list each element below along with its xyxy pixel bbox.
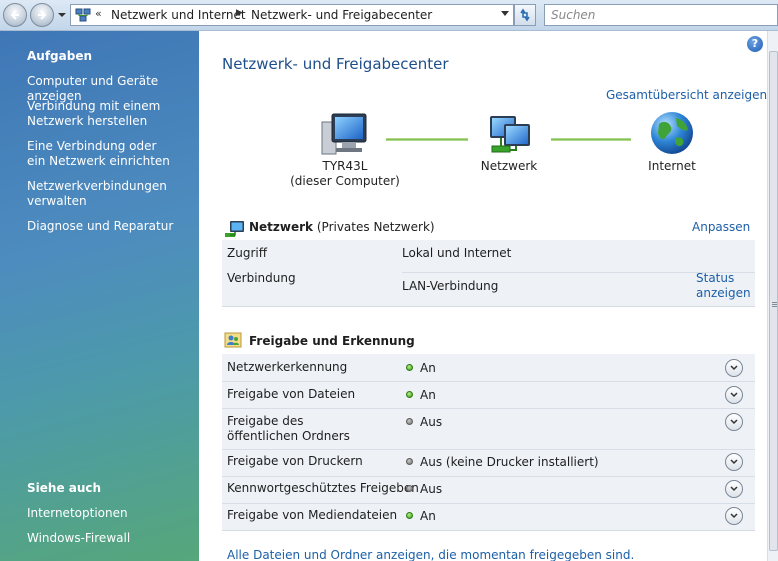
expand-media-sharing-button[interactable] [725, 507, 743, 525]
computer-sub-label: (dieser Computer) [290, 174, 400, 188]
divider [222, 381, 755, 382]
printer-sharing-label: Freigabe von Druckern [227, 454, 363, 468]
chevron-down-icon [730, 419, 738, 425]
back-button[interactable] [3, 3, 27, 27]
media-sharing-label: Freigabe von Mediendateien [227, 508, 398, 522]
chevron-down-icon [730, 459, 738, 465]
chevron-down-icon [730, 365, 738, 371]
internet-options-link[interactable]: Internetoptionen [27, 506, 197, 521]
customize-link[interactable]: Anpassen [692, 220, 750, 234]
status-on-icon [406, 391, 413, 398]
connection-label: Verbindung [227, 271, 296, 285]
breadcrumb-sharing-center[interactable]: Netzwerk- und Freigabecenter [251, 8, 432, 22]
breadcrumb-overflow-icon[interactable]: « [95, 7, 102, 20]
media-sharing-status: An [420, 509, 436, 523]
forward-button[interactable] [30, 3, 54, 27]
divider [222, 503, 755, 504]
arrow-right-icon [38, 10, 47, 20]
breadcrumb-network-internet[interactable]: Netzwerk und Internet [111, 8, 246, 22]
vertical-scrollbar[interactable] [767, 31, 778, 561]
file-sharing-status: An [420, 388, 436, 402]
file-sharing-label: Freigabe von Dateien [227, 387, 356, 401]
address-dropdown-icon[interactable] [501, 11, 509, 16]
public-folder-sharing-status: Aus [420, 415, 443, 429]
connection-value[interactable]: LAN-Verbindung [402, 279, 498, 293]
network-name: Netzwerk [249, 220, 314, 234]
internet-label: Internet [648, 159, 696, 173]
status-off-icon [406, 458, 413, 465]
password-sharing-status: Aus [420, 482, 443, 496]
sharing-section-heading: Freigabe und Erkennung [249, 334, 415, 348]
recent-pages-dropdown[interactable] [57, 10, 67, 20]
expand-printer-sharing-button[interactable] [725, 453, 743, 471]
show-shared-files-link[interactable]: Alle Dateien und Ordner anzeigen, die mo… [227, 548, 634, 561]
public-folder-sharing-label: Freigabe des öffentlichen Ordners [227, 414, 350, 443]
expand-public-folder-button[interactable] [725, 413, 743, 431]
status-on-icon [406, 512, 413, 519]
help-icon[interactable]: ? [747, 36, 763, 52]
address-bar[interactable]: « Netzwerk und Internet ▶ Netzwerk- und … [70, 4, 514, 26]
divider [222, 449, 755, 450]
windows-firewall-link[interactable]: Windows-Firewall [27, 531, 197, 546]
expand-network-discovery-button[interactable] [725, 359, 743, 377]
expand-file-sharing-button[interactable] [725, 386, 743, 404]
network-section-heading: Netzwerk (Privates Netzwerk) [249, 220, 435, 234]
address-toolbar: « Netzwerk und Internet ▶ Netzwerk- und … [0, 0, 778, 31]
page-title: Netzwerk- und Freigabecenter [222, 55, 449, 73]
chevron-down-icon [730, 486, 738, 492]
network-discovery-label: Netzwerkerkennung [227, 360, 348, 374]
task-diagnose-repair-link[interactable]: Diagnose und Reparatur [27, 219, 197, 234]
sharing-users-icon [224, 332, 242, 348]
tasks-heading: Aufgaben [27, 49, 93, 63]
network-discovery-status: An [420, 361, 436, 375]
task-connect-network-link[interactable]: Verbindung mit einem Netzwerk herstellen [27, 99, 167, 129]
see-also-heading: Siehe auch [27, 481, 102, 495]
task-manage-connections-link[interactable]: Netzwerkverbindungen verwalten [27, 179, 167, 209]
connection-line-computer-network [386, 138, 468, 141]
task-setup-connection-link[interactable]: Eine Verbindung oder ein Netzwerk einric… [27, 139, 177, 169]
network-icon[interactable] [486, 112, 534, 158]
chevron-down-icon [730, 392, 738, 398]
status-off-icon [406, 418, 413, 425]
chevron-down-icon [730, 513, 738, 519]
scrollbar-thumb[interactable] [769, 51, 778, 551]
refresh-button[interactable] [514, 4, 536, 26]
password-sharing-label: Kennwortgeschütztes Freigeben [227, 481, 419, 495]
network-folder-icon [75, 8, 91, 22]
printer-sharing-status: Aus (keine Drucker installiert) [420, 455, 599, 469]
connection-line-network-internet [551, 138, 631, 141]
divider [222, 476, 755, 477]
computer-name-label: TYR43L [322, 159, 368, 173]
network-label: Netzwerk [480, 159, 538, 173]
network-type: (Privates Netzwerk) [316, 220, 435, 234]
full-map-link[interactable]: Gesamtübersicht anzeigen [606, 88, 767, 102]
view-status-link[interactable]: Status anzeigen [696, 271, 751, 301]
divider [222, 408, 755, 409]
access-label: Zugriff [227, 246, 267, 260]
network-small-icon [225, 221, 244, 237]
search-input[interactable]: Suchen [544, 4, 778, 26]
status-off-icon [406, 485, 413, 492]
arrow-left-icon [10, 10, 19, 20]
expand-password-sharing-button[interactable] [725, 480, 743, 498]
status-on-icon [406, 364, 413, 371]
breadcrumb-separator-icon[interactable]: ▶ [236, 8, 243, 18]
refresh-icon [520, 8, 530, 22]
computer-icon[interactable] [320, 112, 370, 158]
access-value: Lokal und Internet [402, 246, 512, 260]
globe-icon[interactable] [649, 110, 695, 156]
